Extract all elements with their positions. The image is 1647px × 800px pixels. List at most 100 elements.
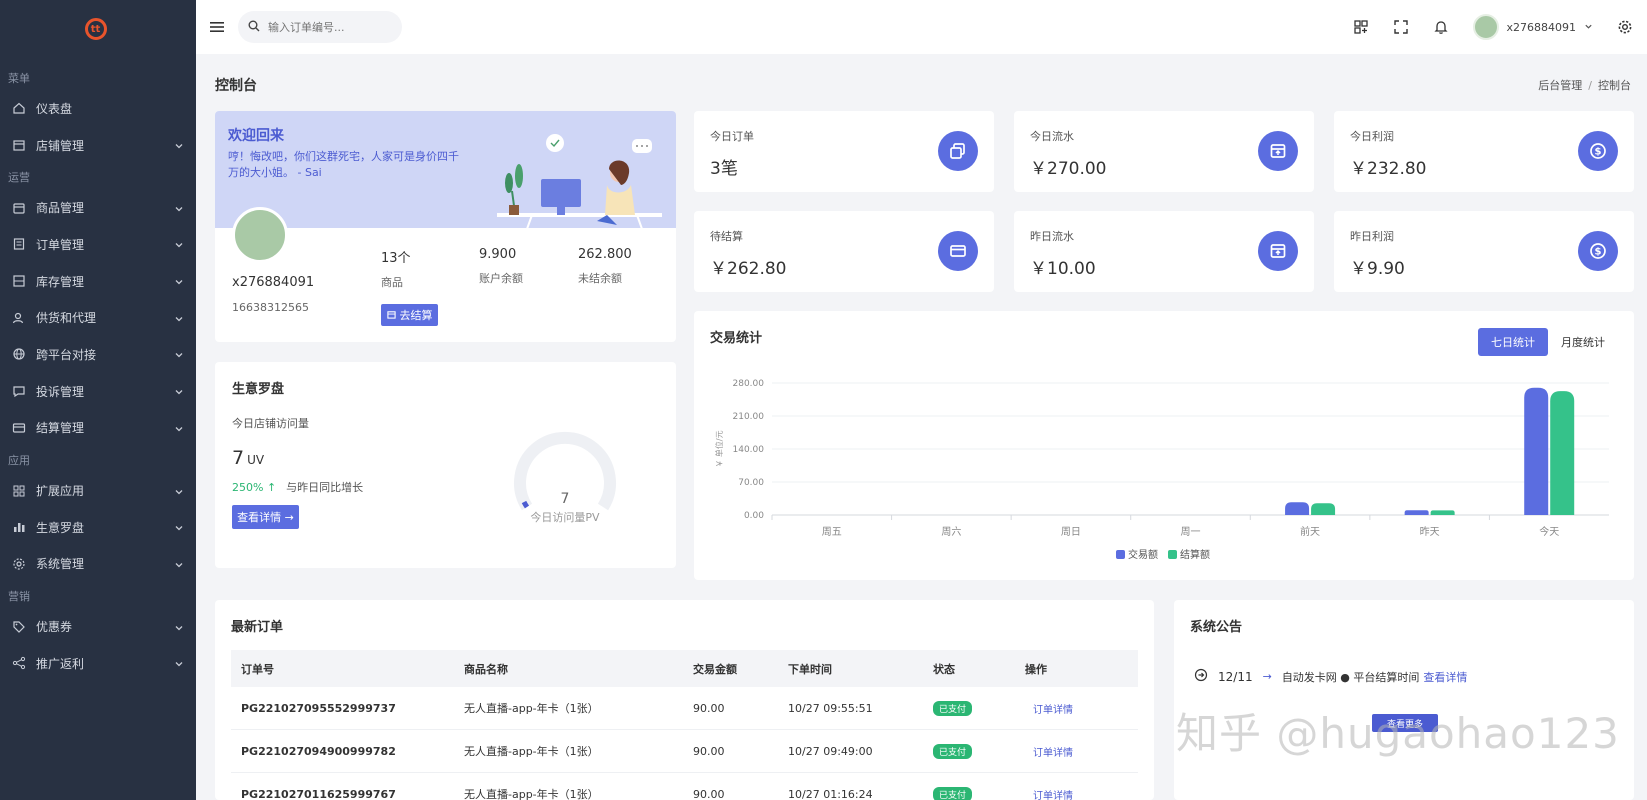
- order-amount: 90.00: [693, 744, 725, 758]
- sidebar-item-label: 优惠券: [36, 620, 73, 635]
- stat-card-label: 昨日流水: [1030, 230, 1074, 243]
- share-icon: [12, 656, 26, 670]
- apps-grid-icon[interactable]: [1353, 19, 1369, 35]
- stat-value: 13个: [381, 251, 411, 266]
- table-row: PG221027011625999767 无人直播-app-年卡（1张） 90.…: [231, 773, 1138, 800]
- user-menu[interactable]: x276884091: [1472, 14, 1594, 40]
- compass-title: 生意罗盘: [232, 382, 285, 397]
- settings-gear-icon[interactable]: [1617, 19, 1633, 35]
- settle-button[interactable]: 去结算: [381, 304, 438, 326]
- sidebar-item-compass[interactable]: 生意罗盘: [0, 509, 196, 546]
- username: x276884091: [1506, 20, 1577, 34]
- sidebar-item-label: 生意罗盘: [36, 520, 85, 535]
- stat-card-label: 今日流水: [1030, 130, 1074, 143]
- notice-date: 12/11: [1218, 669, 1253, 684]
- avatar[interactable]: [232, 207, 288, 263]
- sidebar-item-settlement[interactable]: 结算管理: [0, 410, 196, 447]
- column-header: 状态: [933, 662, 955, 676]
- y-tick-label: 210.00: [733, 412, 765, 422]
- sidebar-item-label: 跨平台对接: [36, 347, 97, 362]
- x-tick-label: 前天: [1300, 525, 1320, 538]
- notice-title: 系统公告: [1190, 620, 1243, 635]
- sidebar-item-store[interactable]: 店铺管理: [0, 127, 196, 164]
- gear-icon: [12, 557, 26, 571]
- stat-card-label: 待结算: [710, 230, 743, 243]
- breadcrumb-root[interactable]: 后台管理: [1538, 79, 1582, 92]
- sidebar-item-dashboard[interactable]: 仪表盘: [0, 90, 196, 127]
- status-badge: 已支付: [933, 743, 973, 759]
- logo[interactable]: tt: [0, 0, 196, 58]
- menu-section-label: 菜单: [8, 72, 30, 85]
- apps-section-label: 应用: [8, 454, 30, 468]
- menu-toggle-icon[interactable]: [210, 21, 224, 33]
- sidebar-item-supply[interactable]: 供货和代理: [0, 299, 196, 336]
- sidebar: tt 菜单 仪表盘 店铺管理 运营 商品管理 订单管理 库存管理 供货和代理 跨…: [0, 0, 196, 800]
- x-tick-label: 周一: [1181, 526, 1201, 538]
- status-badge: 已支付: [933, 700, 973, 716]
- inventory-icon: [12, 274, 26, 288]
- orders-table: 订单号 商品名称 交易金额 下单时间 状态 操作 PG2210270955529…: [231, 650, 1138, 800]
- sidebar-item-orders[interactable]: 订单管理: [0, 226, 196, 263]
- sidebar-item-label: 商品管理: [36, 201, 85, 216]
- column-header: 商品名称: [464, 662, 508, 676]
- order-details-link[interactable]: 订单详情: [1033, 705, 1073, 716]
- welcome-username: x276884091: [232, 275, 315, 290]
- sidebar-item-label: 结算管理: [36, 421, 85, 436]
- trade-stats-card: 交易统计 七日统计 月度统计 0.00 70.00 140.00 210.00 280.…: [694, 311, 1634, 580]
- sidebar-item-label: 店铺管理: [36, 138, 85, 153]
- column-header: 订单号: [241, 662, 274, 676]
- sidebar-item-coupons[interactable]: 优惠券: [0, 608, 196, 645]
- calendar-icon: [386, 309, 396, 322]
- apps-icon: [12, 484, 26, 498]
- chevron-down-icon: [174, 203, 184, 213]
- order-details-link[interactable]: 订单详情: [1033, 791, 1073, 800]
- table-row: PG221027094900999782 无人直播-app-年卡（1张） 90.…: [231, 730, 1138, 773]
- fullscreen-icon[interactable]: [1393, 19, 1409, 35]
- bar-settle: [1311, 503, 1336, 515]
- latest-orders-card: 最新订单 订单号 商品名称 交易金额 下单时间 状态 操作 PG22102709…: [215, 600, 1154, 800]
- column-header: 操作: [1025, 662, 1047, 676]
- view-details-button[interactable]: 查看详情 →: [232, 505, 299, 529]
- breadcrumb-separator: /: [1588, 79, 1592, 92]
- growth-label: 与昨日同比增长: [286, 481, 364, 494]
- bell-icon[interactable]: [1433, 19, 1449, 35]
- breadcrumb-current: 控制台: [1598, 79, 1631, 92]
- sidebar-item-complaints[interactable]: 投诉管理: [0, 373, 196, 410]
- business-compass-card: 生意罗盘 今日店铺访问量 7 UV 250% ↑ 与昨日同比增长 查看详情 → 7 …: [215, 362, 676, 568]
- sidebar-item-referral[interactable]: 推广返利: [0, 645, 196, 682]
- welcome-banner: 欢迎回来 哼！悔改吧，你们这群死宅，人家可是身价四千万的大小姐。 - Sai: [215, 111, 676, 229]
- settle-button-label: 去结算: [399, 309, 433, 322]
- chevron-down-icon: [174, 349, 184, 359]
- sidebar-item-products[interactable]: 商品管理: [0, 189, 196, 226]
- order-id: PG221027011625999767: [241, 787, 396, 800]
- stat-card-label: 今日利润: [1350, 130, 1394, 143]
- bar-trade: [1404, 510, 1429, 515]
- sidebar-item-extensions[interactable]: 扩展应用: [0, 472, 196, 509]
- y-tick-label: 280.00: [733, 379, 765, 389]
- stat-card-value: ￥270.00: [1030, 159, 1107, 179]
- search-icon: [248, 20, 260, 35]
- column-header: 下单时间: [788, 662, 832, 676]
- sidebar-item-inventory[interactable]: 库存管理: [0, 263, 196, 300]
- sidebar-item-system[interactable]: 系统管理: [0, 546, 196, 583]
- notice-link[interactable]: 查看详情: [1423, 669, 1467, 685]
- logo-mark: tt: [84, 18, 107, 40]
- status-badge: 已支付: [933, 786, 973, 800]
- watermark: 知乎 @hugaohao123: [1176, 709, 1620, 758]
- sidebar-item-label: 扩展应用: [36, 484, 85, 499]
- legend-swatch: [1116, 550, 1125, 559]
- stat-card-pending-settle: 待结算 ￥262.80: [694, 211, 994, 292]
- order-details-link[interactable]: 订单详情: [1033, 748, 1073, 759]
- uv-value: 7: [232, 447, 245, 469]
- search-input[interactable]: [268, 20, 388, 34]
- search-box[interactable]: [238, 11, 402, 43]
- sidebar-item-cross-platform[interactable]: 跨平台对接: [0, 336, 196, 373]
- orders-title: 最新订单: [231, 620, 284, 635]
- order-time: 10/27 09:49:00: [788, 744, 873, 758]
- stat-card-today-profit: 今日利润 ￥232.80 $: [1334, 111, 1634, 192]
- card-icon: [12, 421, 26, 435]
- stat-card-today-flow: 今日流水 ￥270.00: [1014, 111, 1314, 192]
- stat-unsettled: 262.800 未结余额: [578, 247, 632, 286]
- stat-card-label: 昨日利润: [1350, 230, 1394, 243]
- stat-products: 13个 商品: [381, 247, 411, 290]
